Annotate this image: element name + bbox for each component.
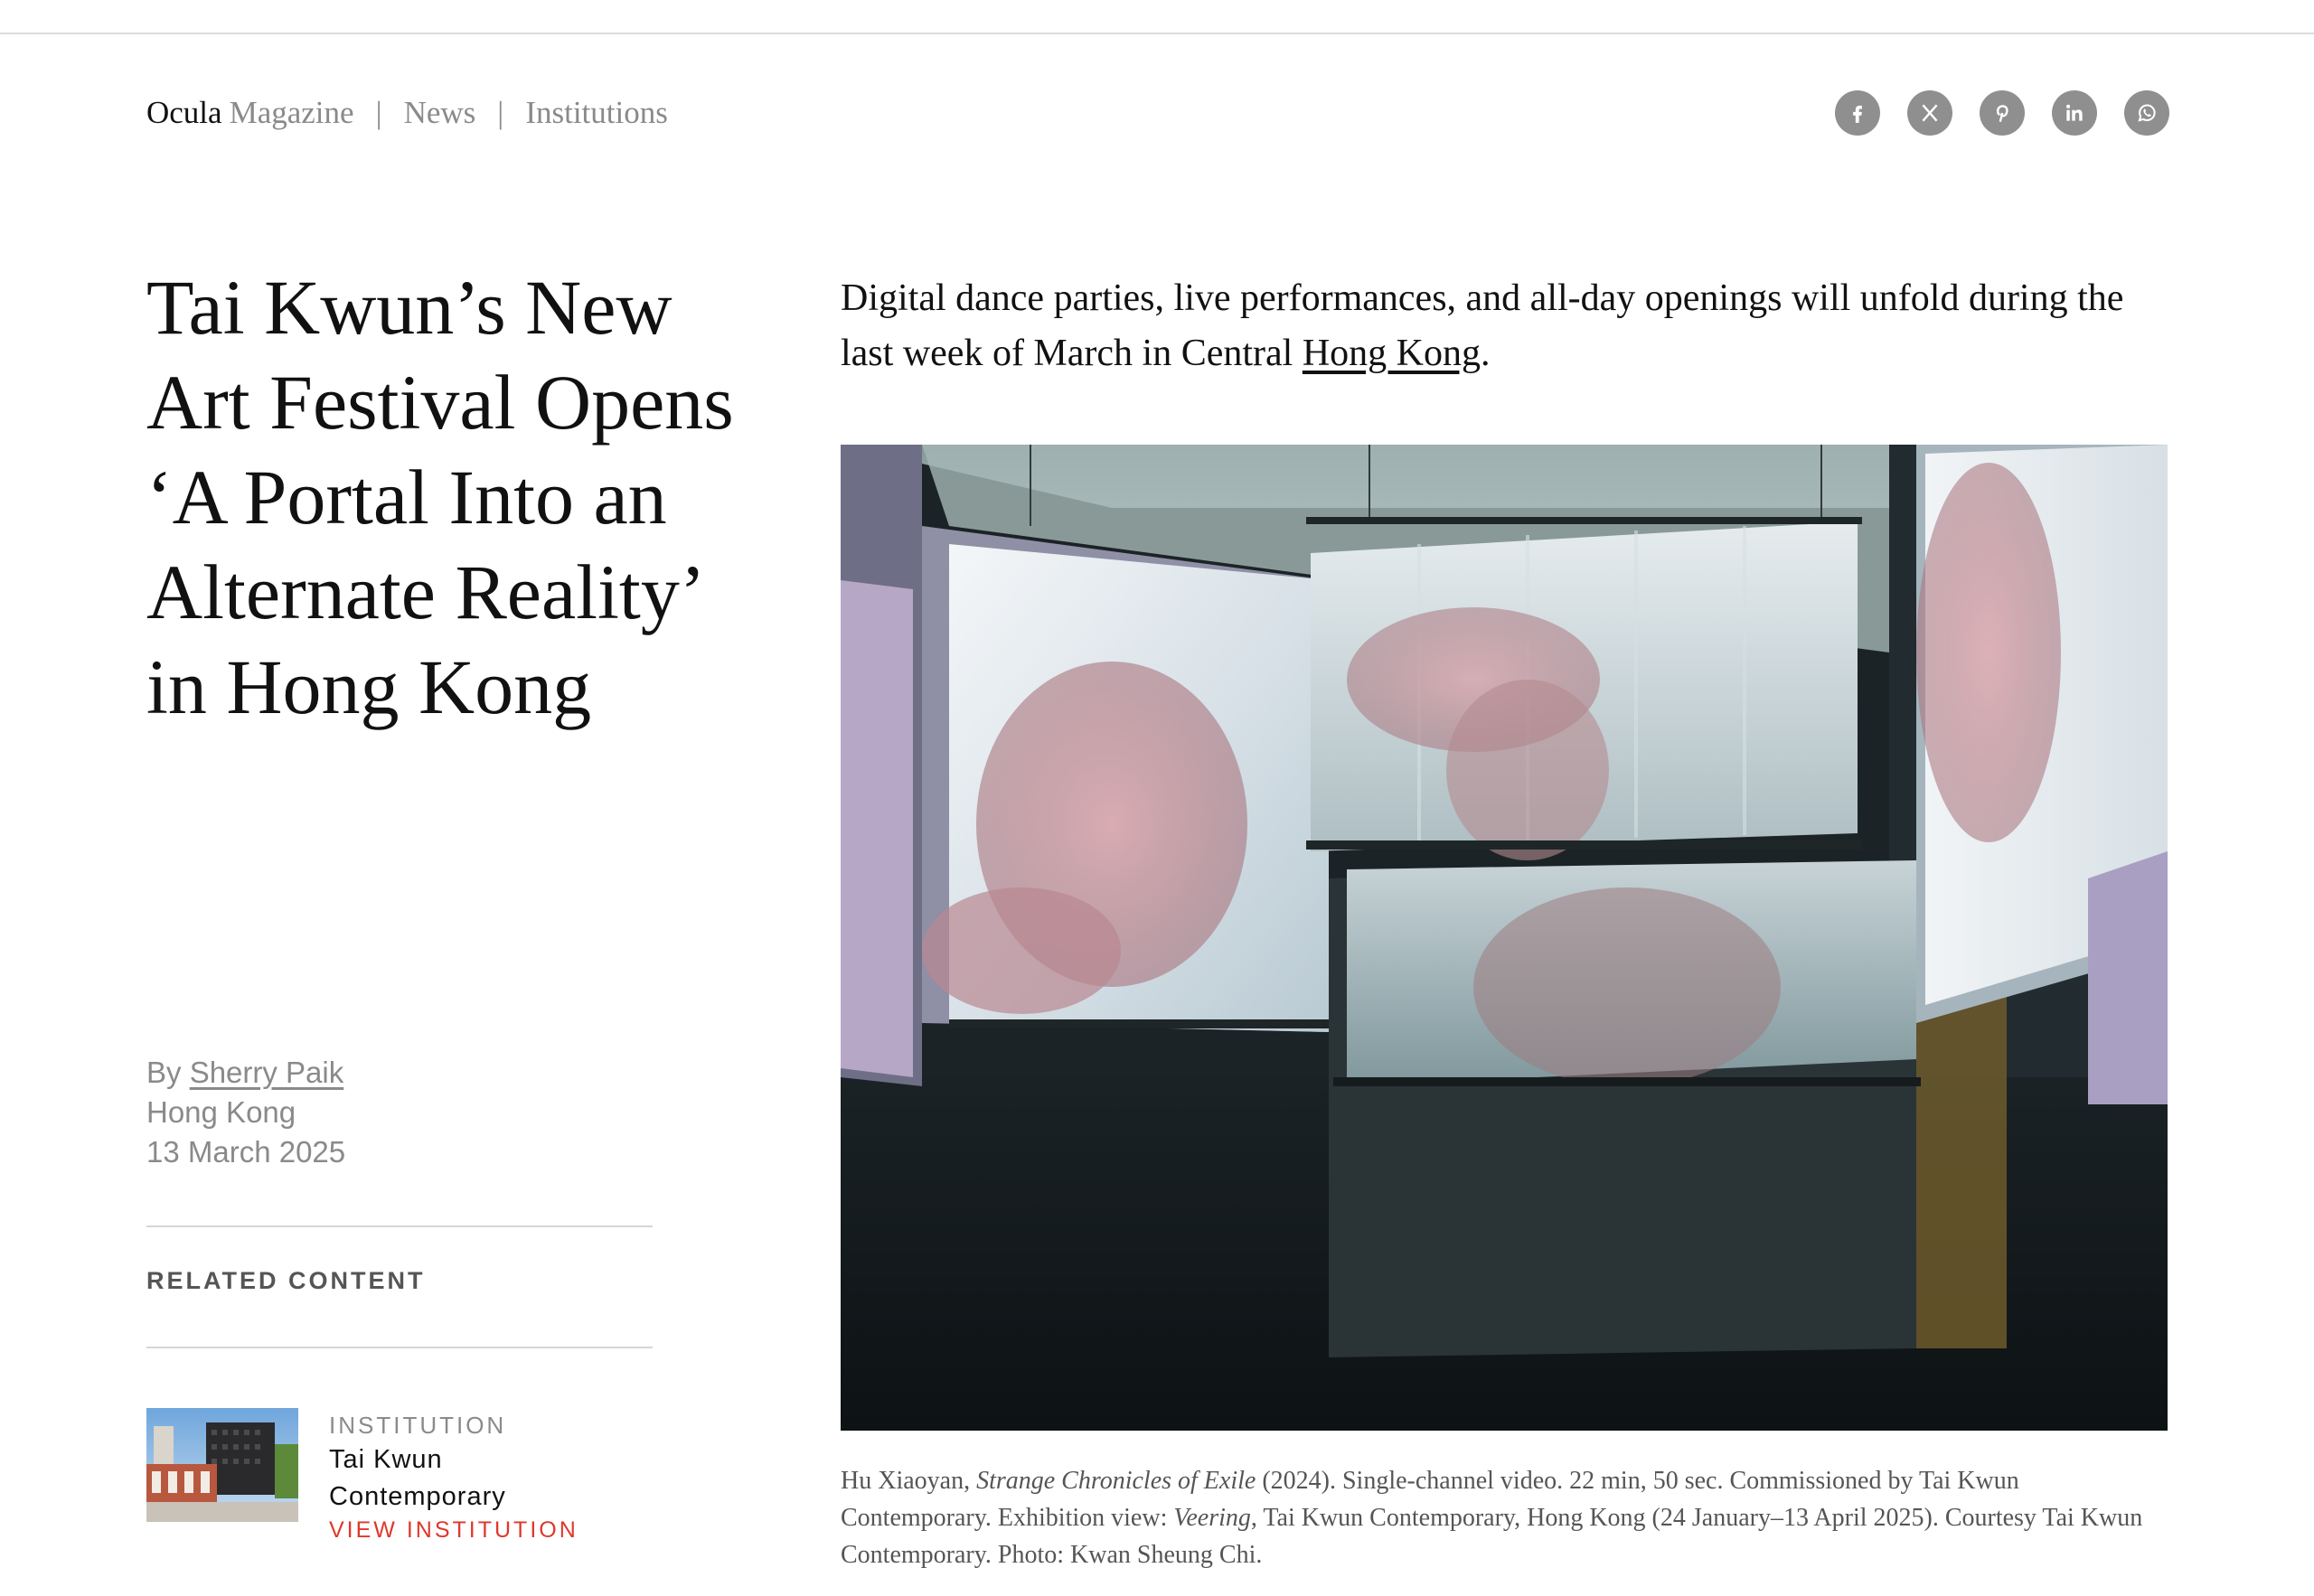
view-institution-link[interactable]: VIEW INSTITUTION bbox=[329, 1517, 578, 1544]
related-name-line[interactable]: Tai Kwun bbox=[329, 1441, 578, 1479]
related-institution-card[interactable]: INSTITUTION Tai Kwun Contemporary VIEW I… bbox=[146, 1408, 578, 1544]
whatsapp-share-button[interactable] bbox=[2124, 90, 2169, 136]
article-meta: By Sherry Paik Hong Kong 13 March 2025 bbox=[146, 1053, 345, 1172]
facebook-share-button[interactable] bbox=[1835, 90, 1880, 136]
caption-work-title: Strange Chronicles of Exile bbox=[976, 1467, 1256, 1495]
breadcrumb-section[interactable]: Magazine bbox=[230, 95, 354, 131]
caption-artist: Hu Xiaoyan, bbox=[841, 1467, 977, 1495]
caption-exhibition: Veering bbox=[1173, 1504, 1251, 1532]
breadcrumb-separator: | bbox=[497, 95, 504, 130]
hero-image bbox=[841, 445, 2168, 1431]
article-title: Tai Kwun’s New Art Festival Opens ‘A Por… bbox=[146, 264, 734, 730]
linkedin-share-button[interactable] bbox=[2052, 90, 2097, 136]
related-divider bbox=[146, 1347, 653, 1348]
top-divider bbox=[0, 33, 2314, 34]
pinterest-icon bbox=[1996, 105, 2008, 123]
breadcrumb-brand[interactable]: Ocula bbox=[146, 95, 222, 131]
institution-thumbnail[interactable] bbox=[146, 1408, 298, 1522]
whatsapp-icon bbox=[2138, 104, 2156, 122]
related-text: INSTITUTION Tai Kwun Contemporary VIEW I… bbox=[329, 1408, 578, 1544]
article-lede: Digital dance parties, live performances… bbox=[841, 271, 2169, 381]
related-name[interactable]: Tai Kwun Contemporary bbox=[329, 1441, 578, 1516]
article-location: Hong Kong bbox=[146, 1095, 296, 1129]
author-link[interactable]: Sherry Paik bbox=[190, 1056, 344, 1089]
image-caption: Hu Xiaoyan, Strange Chronicles of Exile … bbox=[841, 1462, 2169, 1573]
byline-prefix: By bbox=[146, 1056, 182, 1089]
related-name-line[interactable]: Contemporary bbox=[329, 1479, 578, 1516]
facebook-icon bbox=[1853, 105, 1862, 123]
meta-divider bbox=[146, 1225, 653, 1227]
breadcrumb-news-link[interactable]: News bbox=[404, 95, 476, 131]
hong-kong-link[interactable]: Hong Kong bbox=[1303, 333, 1481, 374]
related-content-label: RELATED CONTENT bbox=[146, 1267, 426, 1294]
linkedin-icon bbox=[2066, 104, 2083, 121]
breadcrumb-separator: | bbox=[375, 95, 382, 130]
related-type: INSTITUTION bbox=[329, 1412, 507, 1439]
byline: By Sherry Paik bbox=[146, 1053, 345, 1093]
article-date: 13 March 2025 bbox=[146, 1135, 346, 1169]
pinterest-share-button[interactable] bbox=[1980, 90, 2025, 136]
breadcrumb-institutions-link[interactable]: Institutions bbox=[525, 95, 668, 131]
x-icon bbox=[1922, 104, 1938, 122]
breadcrumb: Ocula Magazine | News | Institutions bbox=[146, 90, 668, 136]
lede-end: . bbox=[1481, 333, 1491, 374]
x-share-button[interactable] bbox=[1907, 90, 1952, 136]
share-buttons bbox=[1835, 90, 2169, 136]
